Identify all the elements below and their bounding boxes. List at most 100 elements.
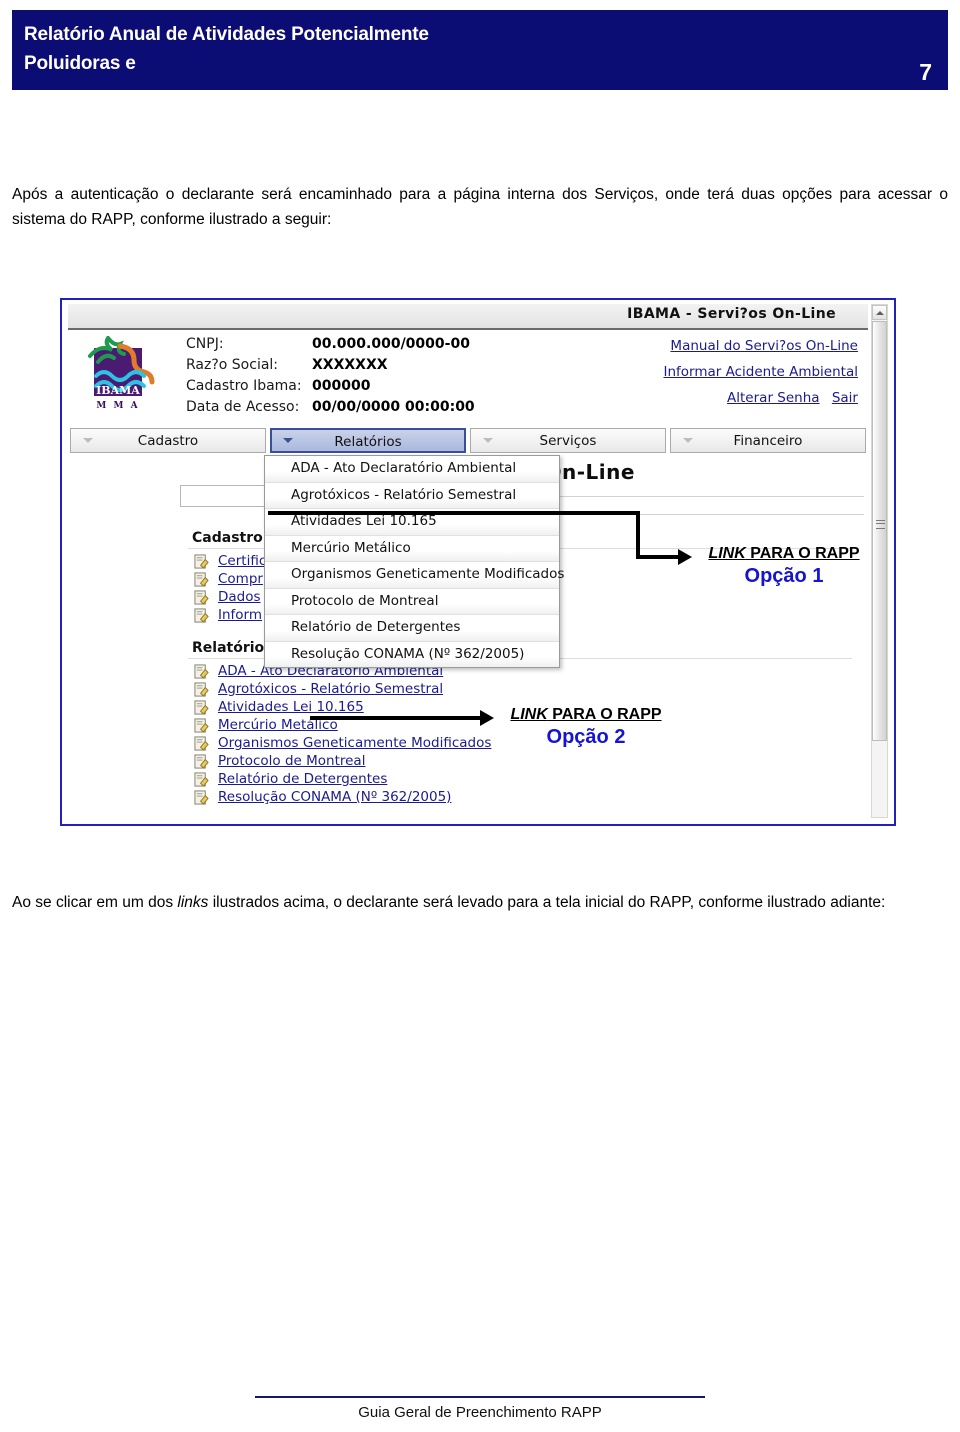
razao-social-label: Raz?o Social:	[186, 357, 279, 373]
tab-cadastro-label: Cadastro	[137, 433, 199, 449]
annotation-2-link-italic: LINK	[510, 706, 548, 723]
scrollbar-thumb[interactable]	[872, 321, 887, 741]
svg-text:M M A: M M A	[96, 401, 139, 411]
chevron-down-icon	[83, 438, 93, 443]
list-item[interactable]: Relatório de Detergentes	[190, 770, 852, 788]
tab-financeiro-label: Financeiro	[733, 433, 803, 449]
main-tab-bar: Cadastro Relatórios Serviços Financeiro	[70, 428, 872, 455]
tab-relatorios[interactable]: Relatórios	[270, 428, 466, 453]
document-edit-icon	[194, 664, 209, 679]
annotation-1-option: Opção 1	[744, 565, 824, 587]
document-edit-icon	[194, 590, 209, 605]
svg-text:IBAMA: IBAMA	[96, 384, 140, 397]
tab-financeiro[interactable]: Financeiro	[670, 428, 866, 453]
document-edit-icon	[194, 572, 209, 587]
cadastro-ibama-value: 000000	[312, 378, 371, 394]
manual-servicos-link[interactable]: Manual do Servi?os On-Line	[670, 336, 858, 357]
footer-text: Guia Geral de Preenchimento RAPP	[358, 1404, 602, 1421]
annotation-2-arrow-icon	[480, 710, 494, 726]
annotation-1-arrow-icon	[678, 549, 692, 565]
annotation-1-line-v	[636, 511, 640, 559]
outro-paragraph: Ao se clicar em um dos links ilustrados …	[12, 890, 948, 915]
annotation-1-link-italic: LINK	[708, 545, 746, 562]
menu-item-agrotoxicos[interactable]: Agrotóxicos - Relatório Semestral	[265, 482, 559, 509]
cadastro-item-link[interactable]: Inform	[218, 607, 262, 623]
annotation-1-line-h	[268, 511, 640, 515]
chevron-down-icon	[483, 438, 493, 443]
list-item[interactable]: Resolução CONAMA (Nº 362/2005)	[190, 788, 852, 806]
page-title-line-2: Poluidoras e	[24, 53, 136, 74]
ibama-logo: IBAMA M M A	[76, 334, 162, 416]
alterar-senha-link[interactable]: Alterar Senha	[727, 388, 820, 409]
document-edit-icon	[194, 790, 209, 805]
tab-cadastro[interactable]: Cadastro	[70, 428, 266, 453]
relatorios-item-link[interactable]: Resolução CONAMA (Nº 362/2005)	[218, 789, 451, 805]
page-title-line-1: Relatório Anual de Atividades Potencialm…	[24, 24, 429, 45]
account-info-row: Raz?o Social: XXXXXXX	[186, 357, 546, 378]
tab-servicos-label: Serviços	[539, 433, 597, 449]
document-edit-icon	[194, 700, 209, 715]
razao-social-value: XXXXXXX	[312, 357, 388, 373]
outro-paragraph-text-part2: ilustrados acima, o declarante será leva…	[208, 894, 886, 911]
outro-paragraph-italic: links	[177, 894, 209, 911]
document-edit-icon	[194, 718, 209, 733]
document-edit-icon	[194, 554, 209, 569]
ibama-logo-graphic: IBAMA M M A	[88, 334, 155, 411]
account-info-row: Data de Acesso: 00/00/0000 00:00:00	[186, 399, 546, 420]
annotation-2-option: Opção 2	[546, 726, 626, 748]
relatorios-dropdown-menu: ADA - Ato Declaratório Ambiental Agrotóx…	[264, 455, 564, 668]
page-number: 7	[919, 59, 932, 85]
menu-item-detergentes[interactable]: Relatório de Detergentes	[265, 615, 559, 642]
cadastro-ibama-label: Cadastro Ibama:	[186, 378, 302, 394]
annotation-2-line-h	[310, 716, 482, 720]
annotation-1-line-h2	[636, 555, 680, 559]
chevron-down-icon	[283, 438, 293, 443]
menu-item-conama[interactable]: Resolução CONAMA (Nº 362/2005)	[265, 641, 559, 667]
list-item[interactable]: Protocolo de Montreal	[190, 752, 852, 770]
relatorios-item-link[interactable]: Organismos Geneticamente Modificados	[218, 735, 491, 751]
annotation-2-link-text: LINK PARA O RAPP	[510, 706, 661, 723]
annotation-1-label: LINK PARA O RAPP Opção 1	[694, 545, 874, 588]
page-title: Relatório Anual de Atividades Potencialm…	[24, 20, 724, 78]
scroll-up-arrow-icon[interactable]	[872, 305, 887, 320]
document-edit-icon	[194, 608, 209, 623]
list-item[interactable]: Agrotóxicos - Relatório Semestral	[190, 680, 852, 698]
data-acesso-value: 00/00/0000 00:00:00	[312, 399, 475, 415]
account-info: CNPJ: 00.000.000/0000-00 Raz?o Social: X…	[186, 336, 546, 420]
account-info-row: Cadastro Ibama: 000000	[186, 378, 546, 399]
tab-relatorios-label: Relatórios	[334, 434, 402, 450]
sair-link[interactable]: Sair	[832, 388, 858, 409]
app-title-bar: IBAMA - Servi?os On-Line	[68, 304, 868, 330]
header-links: Manual do Servi?os On-Line Informar Acid…	[663, 336, 858, 414]
embedded-screenshot: IBAMA - Servi?os On-Line IBAMA M M A CNP…	[60, 298, 896, 826]
tab-servicos[interactable]: Serviços	[470, 428, 666, 453]
document-edit-icon	[194, 754, 209, 769]
chevron-down-icon	[683, 438, 693, 443]
data-acesso-label: Data de Acesso:	[186, 399, 300, 415]
document-edit-icon	[194, 682, 209, 697]
informar-acidente-link[interactable]: Informar Acidente Ambiental	[663, 362, 858, 383]
cnpj-label: CNPJ:	[186, 336, 224, 352]
annotation-1-link-text: LINK PARA O RAPP	[708, 545, 859, 562]
relatorios-item-link[interactable]: Atividades Lei 10.165	[218, 699, 364, 715]
cadastro-item-link[interactable]: Certific	[218, 553, 266, 569]
cadastro-item-link[interactable]: Compr	[218, 571, 263, 587]
intro-paragraph: Após a autenticação o declarante será en…	[12, 182, 948, 232]
document-edit-icon	[194, 736, 209, 751]
menu-item-mercurio[interactable]: Mercúrio Metálico	[265, 535, 559, 562]
relatorios-item-link[interactable]: Relatório de Detergentes	[218, 771, 387, 787]
cnpj-value: 00.000.000/0000-00	[312, 336, 470, 352]
relatorios-item-link[interactable]: Protocolo de Montreal	[218, 753, 365, 769]
annotation-2-label: LINK PARA O RAPP Opção 2	[496, 706, 676, 749]
intro-paragraph-text: Após a autenticação o declarante será en…	[12, 186, 948, 228]
cadastro-item-link[interactable]: Dados	[218, 589, 261, 605]
menu-item-ada[interactable]: ADA - Ato Declaratório Ambiental	[265, 456, 559, 483]
outro-paragraph-text-part1: Ao se clicar em um dos	[12, 894, 178, 911]
relatorios-item-link[interactable]: Agrotóxicos - Relatório Semestral	[218, 681, 443, 697]
menu-item-organismos[interactable]: Organismos Geneticamente Modificados	[265, 562, 564, 589]
account-info-row: CNPJ: 00.000.000/0000-00	[186, 336, 546, 357]
scrollbar-grip-icon	[876, 520, 885, 529]
page-header-band: Relatório Anual de Atividades Potencialm…	[12, 10, 948, 90]
annotation-1-link-rest: PARA O RAPP	[745, 545, 860, 562]
menu-item-protocolo-montreal[interactable]: Protocolo de Montreal	[265, 588, 559, 615]
